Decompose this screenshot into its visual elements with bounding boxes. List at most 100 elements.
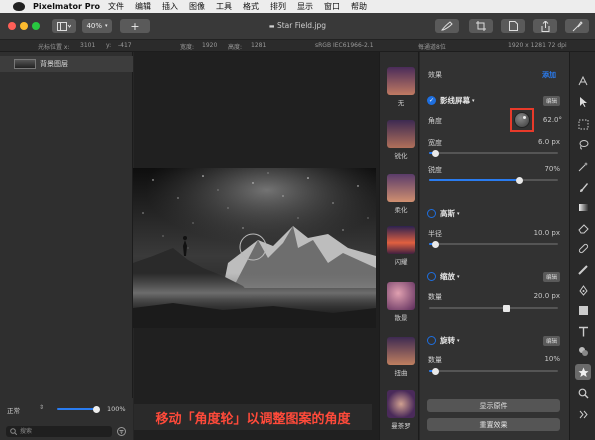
zoom-amount-slider[interactable] — [429, 304, 558, 312]
layers-sidebar: 背景图层 — [0, 52, 133, 440]
magic-wand-tool[interactable] — [577, 160, 589, 172]
wand-icon — [578, 161, 588, 171]
export-document-button[interactable] — [501, 19, 525, 33]
gradient-icon — [578, 203, 588, 211]
effect-thumb-soften[interactable]: 柔化 — [387, 174, 415, 214]
gaussian-section-header[interactable]: 高斯 ▾ — [427, 208, 460, 219]
selection-tool[interactable] — [577, 118, 589, 130]
menu-image[interactable]: 图像 — [189, 1, 205, 12]
menu-help[interactable]: 帮助 — [351, 1, 367, 12]
menu-insert[interactable]: 插入 — [162, 1, 178, 12]
eraser-tool[interactable] — [577, 222, 589, 234]
tutorial-caption: 移动「角度轮」以调整图案的角度 — [134, 404, 372, 430]
twirl-amount-slider-knob[interactable] — [431, 367, 439, 375]
twirl-section-header[interactable]: 旋转 ▾ — [427, 335, 460, 346]
zoom-amount-slider-knob[interactable] — [502, 304, 510, 312]
radius-slider-knob[interactable] — [431, 240, 439, 248]
reset-effects-button[interactable]: 重置效果 — [427, 418, 560, 431]
lasso-tool[interactable] — [577, 138, 589, 150]
radius-slider[interactable] — [429, 240, 558, 248]
bandage-icon — [578, 243, 588, 253]
effect-thumb-distort[interactable]: 扭曲 — [387, 337, 415, 377]
star-icon — [578, 367, 588, 377]
brush-icon — [441, 21, 453, 31]
edit-button[interactable]: 编辑 — [543, 96, 561, 106]
edit-button[interactable]: 编辑 — [543, 272, 561, 282]
image-width-value: 1920 — [202, 42, 218, 49]
retouch-tool[interactable] — [577, 242, 589, 254]
type-tool[interactable] — [577, 325, 589, 337]
angle-value[interactable]: 62.0° — [532, 116, 562, 124]
sharpness-slider-knob[interactable] — [515, 176, 523, 184]
zoom-tool[interactable] — [577, 387, 589, 399]
sharpness-slider[interactable] — [429, 176, 558, 184]
share-button[interactable] — [533, 19, 557, 33]
app-menu[interactable]: Pixelmator Pro — [33, 2, 100, 11]
effect-enabled-checkbox[interactable] — [427, 209, 436, 218]
sharpness-slider-fill — [429, 179, 520, 181]
cursor-y-label: y: — [106, 42, 112, 49]
effect-enabled-checkbox[interactable] — [427, 272, 436, 281]
effect-label: 曼荼罗 — [391, 422, 411, 430]
width-value[interactable]: 6.0 px — [522, 138, 560, 146]
twirl-amount-slider[interactable] — [429, 367, 558, 375]
amount-label: 数量 — [428, 356, 442, 364]
crop-icon — [476, 21, 486, 31]
canvas-image[interactable] — [133, 168, 376, 328]
arrange-tool[interactable] — [577, 95, 589, 107]
width-slider[interactable] — [429, 149, 558, 157]
effect-title: 高斯 — [440, 209, 455, 218]
effect-thumb-glow[interactable]: 闪耀 — [387, 226, 415, 266]
effect-enabled-checkbox[interactable]: ✓ — [427, 96, 436, 105]
style-tool[interactable] — [577, 74, 589, 86]
effect-thumb-mandala[interactable]: 曼荼罗 — [387, 390, 415, 430]
chevron-updown-icon[interactable]: ⇕ — [39, 404, 44, 411]
show-original-button[interactable]: 显示原件 — [427, 399, 560, 412]
menu-file[interactable]: 文件 — [108, 1, 124, 12]
opacity-slider[interactable] — [57, 405, 100, 413]
zoom-section-header[interactable]: 缩放 ▾ — [427, 271, 460, 282]
color-adjust-tool[interactable] — [577, 263, 589, 275]
shape-tool[interactable] — [577, 304, 589, 316]
menu-edit[interactable]: 编辑 — [135, 1, 151, 12]
more-tools-button[interactable] — [577, 408, 589, 420]
effects-tool[interactable] — [575, 364, 591, 380]
filter-icon[interactable] — [117, 427, 126, 436]
effects-browser: 无 锐化 柔化 闪耀 散景 扭曲 曼荼罗 — [379, 52, 419, 440]
width-slider-knob[interactable] — [431, 149, 439, 157]
add-effect-button[interactable]: 添加 — [542, 70, 556, 80]
angle-wheel[interactable] — [514, 112, 530, 128]
effect-thumb-none[interactable]: 无 — [387, 67, 415, 107]
layer-thumbnail — [14, 59, 36, 69]
blend-mode-select[interactable]: 正常 — [7, 405, 20, 415]
width-label: 宽度 — [428, 139, 442, 147]
layer-item-background[interactable]: 背景图层 — [0, 56, 133, 72]
edit-button[interactable]: 编辑 — [543, 336, 561, 346]
amount-value[interactable]: 10% — [522, 355, 560, 363]
color-picker-tool[interactable] — [577, 345, 589, 357]
menu-format[interactable]: 格式 — [243, 1, 259, 12]
sharpness-value[interactable]: 70% — [522, 165, 560, 173]
chevron-down-icon: ▾ — [472, 97, 475, 104]
halftone-section-header[interactable]: ✓ 影线屏幕 ▾ — [427, 95, 475, 106]
opacity-slider-knob[interactable] — [93, 405, 100, 413]
search-icon — [10, 428, 17, 435]
color-profile: sRGB IEC61966-2.1 — [315, 42, 374, 49]
pen-tool[interactable] — [577, 284, 589, 296]
menu-tools[interactable]: 工具 — [216, 1, 232, 12]
gradient-tool[interactable] — [577, 201, 589, 213]
crop-button[interactable] — [469, 19, 493, 33]
layer-search-input[interactable]: 搜索 — [6, 426, 112, 437]
amount-value[interactable]: 20.0 px — [518, 292, 560, 300]
style-pen-button[interactable] — [435, 19, 459, 33]
menu-arrange[interactable]: 排列 — [270, 1, 286, 12]
apple-icon[interactable] — [13, 2, 25, 11]
paint-tool[interactable] — [577, 181, 589, 193]
effect-thumb-sharpen[interactable]: 锐化 — [387, 120, 415, 160]
menu-window[interactable]: 窗口 — [324, 1, 340, 12]
radius-value[interactable]: 10.0 px — [522, 229, 560, 237]
effect-enabled-checkbox[interactable] — [427, 336, 436, 345]
tools-panel-button[interactable] — [565, 19, 589, 33]
effect-thumb-bokeh[interactable]: 散景 — [387, 282, 415, 322]
menu-view[interactable]: 显示 — [297, 1, 313, 12]
